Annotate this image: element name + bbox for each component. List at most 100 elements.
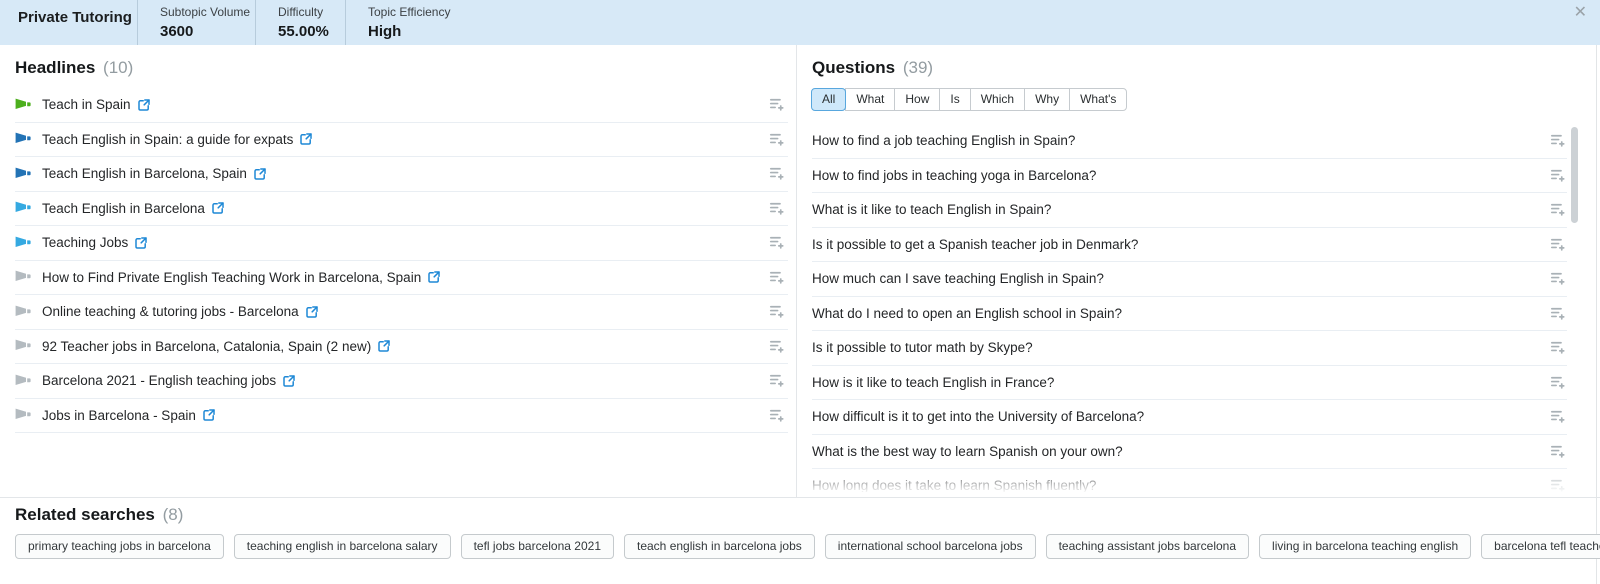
related-search-chip[interactable]: international school barcelona jobs xyxy=(825,534,1036,559)
external-link-icon xyxy=(306,306,318,318)
headline-link[interactable]: How to Find Private English Teaching Wor… xyxy=(32,270,440,285)
add-to-list-button[interactable] xyxy=(1550,375,1566,390)
add-to-list-button[interactable] xyxy=(769,132,785,147)
question-text[interactable]: Is it possible to tutor math by Skype? xyxy=(812,340,1033,355)
megaphone-icon xyxy=(15,236,32,250)
external-link-icon xyxy=(135,237,147,249)
add-to-list-button[interactable] xyxy=(1550,306,1566,321)
questions-title: Questions (39) xyxy=(812,57,1567,78)
headline-link[interactable]: 92 Teacher jobs in Barcelona, Catalonia,… xyxy=(32,339,390,354)
external-link-icon xyxy=(378,340,390,352)
external-link-icon xyxy=(138,99,150,111)
headline-row: Teach English in Barcelona, Spain xyxy=(15,157,788,192)
related-search-chip[interactable]: teach english in barcelona jobs xyxy=(624,534,815,559)
headline-text: 92 Teacher jobs in Barcelona, Catalonia,… xyxy=(42,339,371,354)
headline-text: Teach in Spain xyxy=(42,97,131,112)
filter-tab[interactable]: How xyxy=(894,88,940,111)
add-to-list-button[interactable] xyxy=(1550,237,1566,252)
question-text[interactable]: What is the best way to learn Spanish on… xyxy=(812,444,1123,459)
add-to-list-button[interactable] xyxy=(1550,478,1566,492)
topic-stats: Subtopic Volume 3600 Difficulty 55.00% T… xyxy=(137,0,485,45)
add-to-list-button[interactable] xyxy=(1550,340,1566,355)
headline-link[interactable]: Teaching Jobs xyxy=(32,235,147,250)
external-link-icon xyxy=(300,133,312,145)
add-to-list-button[interactable] xyxy=(769,408,785,423)
add-to-list-button[interactable] xyxy=(769,97,785,112)
add-to-list-button[interactable] xyxy=(1550,271,1566,286)
content-right-edge xyxy=(1596,45,1597,584)
add-to-list-button[interactable] xyxy=(1550,202,1566,217)
stat-value: High xyxy=(368,23,485,40)
filter-tab[interactable]: Why xyxy=(1024,88,1070,111)
add-to-list-button[interactable] xyxy=(1550,133,1566,148)
megaphone-icon xyxy=(15,374,32,388)
question-row: Is it possible to get a Spanish teacher … xyxy=(812,228,1567,263)
filter-tab[interactable]: What's xyxy=(1069,88,1127,111)
headlines-count: (10) xyxy=(103,58,133,77)
stat-value: 55.00% xyxy=(278,23,345,40)
question-text[interactable]: Is it possible to get a Spanish teacher … xyxy=(812,237,1138,252)
stat-item: Topic Efficiency High xyxy=(345,0,485,45)
filter-tab[interactable]: Is xyxy=(939,88,970,111)
related-searches-chips: primary teaching jobs in barcelona teachi… xyxy=(15,534,1585,559)
add-to-list-button[interactable] xyxy=(769,339,785,354)
external-link-icon xyxy=(428,271,440,283)
question-text[interactable]: What do I need to open an English school… xyxy=(812,306,1122,321)
question-text[interactable]: What is it like to teach English in Spai… xyxy=(812,202,1051,217)
related-search-chip[interactable]: barcelona tefl teachers association xyxy=(1481,534,1600,559)
add-to-list-button[interactable] xyxy=(1550,168,1566,183)
related-search-chip[interactable]: primary teaching jobs in barcelona xyxy=(15,534,224,559)
questions-count: (39) xyxy=(903,58,933,77)
megaphone-icon xyxy=(15,270,32,284)
add-to-list-button[interactable] xyxy=(769,270,785,285)
add-to-list-button[interactable] xyxy=(769,373,785,388)
stat-item: Difficulty 55.00% xyxy=(255,0,345,45)
headline-link[interactable]: Jobs in Barcelona - Spain xyxy=(32,408,215,423)
questions-scrollbar[interactable] xyxy=(1571,127,1578,223)
topic-header: Private Tutoring Subtopic Volume 3600 Di… xyxy=(0,0,1600,45)
headline-text: Teach English in Barcelona xyxy=(42,201,205,216)
question-text[interactable]: How to find a job teaching English in Sp… xyxy=(812,133,1075,148)
related-search-chip[interactable]: teaching assistant jobs barcelona xyxy=(1046,534,1249,559)
filter-tab[interactable]: Which xyxy=(970,88,1025,111)
question-row: How long does it take to learn Spanish f… xyxy=(812,469,1567,492)
question-filter-tabs: AllWhatHowIsWhichWhyWhat's xyxy=(812,88,1567,111)
question-text[interactable]: How to find jobs in teaching yoga in Bar… xyxy=(812,168,1096,183)
headline-text: Jobs in Barcelona - Spain xyxy=(42,408,196,423)
related-searches-title: Related searches (8) xyxy=(15,504,1585,525)
headline-link[interactable]: Online teaching & tutoring jobs - Barcel… xyxy=(32,304,318,319)
add-to-list-button[interactable] xyxy=(769,304,785,319)
questions-list: How to find a job teaching English in Sp… xyxy=(812,124,1567,492)
headline-text: Online teaching & tutoring jobs - Barcel… xyxy=(42,304,299,319)
question-row: How difficult is it to get into the Univ… xyxy=(812,400,1567,435)
headlines-title-text: Headlines xyxy=(15,58,95,77)
close-icon[interactable]: ✕ xyxy=(1574,4,1587,22)
add-to-list-button[interactable] xyxy=(1550,444,1566,459)
question-text[interactable]: How much can I save teaching English in … xyxy=(812,271,1104,286)
headlines-panel: Headlines (10) Teach in Spain xyxy=(15,57,788,433)
add-to-list-button[interactable] xyxy=(769,201,785,216)
headline-link[interactable]: Teach in Spain xyxy=(32,97,150,112)
related-search-chip[interactable]: tefl jobs barcelona 2021 xyxy=(461,534,614,559)
headline-link[interactable]: Teach English in Barcelona xyxy=(32,201,224,216)
question-row: How much can I save teaching English in … xyxy=(812,262,1567,297)
add-to-list-button[interactable] xyxy=(769,166,785,181)
headline-link[interactable]: Teach English in Spain: a guide for expa… xyxy=(32,132,312,147)
question-text[interactable]: How difficult is it to get into the Univ… xyxy=(812,409,1144,424)
topic-title: Private Tutoring xyxy=(0,0,137,45)
add-to-list-button[interactable] xyxy=(1550,409,1566,424)
headline-link[interactable]: Barcelona 2021 - English teaching jobs xyxy=(32,373,295,388)
related-search-chip[interactable]: teaching english in barcelona salary xyxy=(234,534,451,559)
headline-row: How to Find Private English Teaching Wor… xyxy=(15,261,788,296)
headline-link[interactable]: Teach English in Barcelona, Spain xyxy=(32,166,266,181)
add-to-list-button[interactable] xyxy=(769,235,785,250)
stat-item: Subtopic Volume 3600 xyxy=(137,0,255,45)
question-text[interactable]: How is it like to teach English in Franc… xyxy=(812,375,1054,390)
headline-row: Teach English in Spain: a guide for expa… xyxy=(15,123,788,158)
question-text[interactable]: How long does it take to learn Spanish f… xyxy=(812,478,1096,492)
megaphone-icon xyxy=(15,98,32,112)
headline-row: Barcelona 2021 - English teaching jobs xyxy=(15,364,788,399)
filter-tab[interactable]: All xyxy=(811,88,846,111)
filter-tab[interactable]: What xyxy=(845,88,895,111)
related-search-chip[interactable]: living in barcelona teaching english xyxy=(1259,534,1471,559)
